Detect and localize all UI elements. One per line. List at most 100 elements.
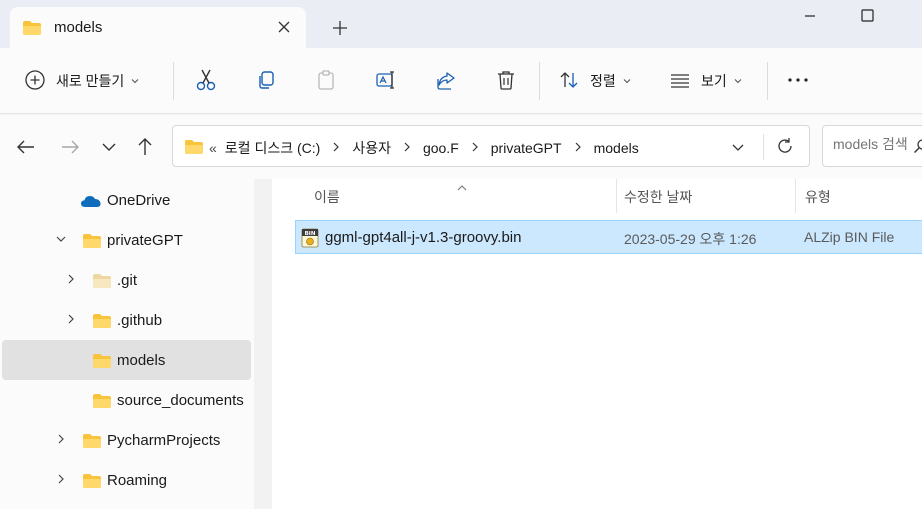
folder-icon bbox=[92, 353, 112, 372]
command-bar: 새로 만들기 정렬 보기 bbox=[0, 48, 922, 114]
sidebar-item-label: source_documents bbox=[117, 392, 244, 409]
sidebar-item-pycharmprojects[interactable]: PycharmProjects bbox=[2, 420, 251, 460]
minimize-icon[interactable] bbox=[795, 6, 825, 26]
search-icon[interactable] bbox=[913, 138, 922, 157]
breadcrumb-overflow[interactable]: « bbox=[209, 140, 217, 156]
file-name: ggml-gpt4all-j-v1.3-groovy.bin bbox=[325, 229, 522, 246]
breadcrumb-item[interactable]: 사용자 bbox=[352, 138, 391, 158]
search-box[interactable] bbox=[822, 125, 922, 167]
more-dots-icon bbox=[786, 69, 810, 94]
cut-button[interactable] bbox=[195, 66, 217, 96]
sidebar-item-label: OneDrive bbox=[107, 192, 171, 209]
folder-icon bbox=[22, 20, 42, 39]
column-divider[interactable] bbox=[616, 179, 617, 213]
clipboard-icon bbox=[315, 69, 337, 94]
chevron-right-icon[interactable] bbox=[64, 312, 78, 329]
copy-button[interactable] bbox=[255, 66, 277, 96]
rename-icon bbox=[375, 69, 397, 94]
sort-button[interactable]: 정렬 bbox=[558, 66, 632, 96]
sort-ascending-icon bbox=[456, 179, 468, 195]
toolbar-divider bbox=[173, 62, 174, 100]
refresh-icon[interactable] bbox=[775, 136, 795, 159]
tab-models[interactable]: models bbox=[10, 7, 306, 48]
sidebar-item-label: PycharmProjects bbox=[107, 432, 221, 449]
scissors-icon bbox=[195, 68, 217, 95]
delete-button[interactable] bbox=[495, 66, 517, 96]
column-header-type[interactable]: 유형 bbox=[805, 187, 831, 207]
copy-icon bbox=[255, 69, 277, 94]
sidebar-item-git[interactable]: .git bbox=[2, 260, 251, 300]
file-list: 이름 수정한 날짜 유형 BIN ggml-gpt4all-j-v1.3-gro… bbox=[272, 179, 922, 509]
share-icon bbox=[435, 69, 457, 94]
chevron-right-icon[interactable] bbox=[64, 272, 78, 289]
more-options-button[interactable] bbox=[786, 66, 810, 96]
column-header-date[interactable]: 수정한 날짜 bbox=[624, 187, 692, 207]
sidebar-item-source-documents[interactable]: source_documents bbox=[2, 380, 251, 420]
folder-icon bbox=[184, 139, 204, 158]
chevron-right-icon[interactable] bbox=[403, 140, 411, 156]
onedrive-cloud-icon bbox=[80, 194, 102, 211]
folder-icon bbox=[82, 233, 102, 252]
new-button[interactable]: 새로 만들기 bbox=[24, 66, 140, 96]
sidebar-scrollbar[interactable] bbox=[254, 179, 272, 509]
back-arrow-icon[interactable] bbox=[14, 135, 38, 159]
chevron-down-icon[interactable] bbox=[54, 232, 68, 249]
folder-icon bbox=[92, 313, 112, 332]
paste-button[interactable] bbox=[315, 66, 337, 96]
recent-locations-chevron-icon[interactable] bbox=[97, 135, 121, 159]
sidebar-item-label: .github bbox=[117, 312, 163, 329]
toolbar-divider bbox=[767, 62, 768, 100]
view-button[interactable]: 보기 bbox=[669, 66, 743, 96]
chevron-down-icon bbox=[130, 73, 140, 89]
breadcrumb-item[interactable]: 로컬 디스크 (C:) bbox=[225, 138, 321, 158]
share-button[interactable] bbox=[435, 66, 457, 96]
toolbar-divider bbox=[539, 62, 540, 100]
address-history-chevron-icon[interactable] bbox=[729, 138, 747, 159]
chevron-down-icon bbox=[622, 73, 632, 89]
folder-light-icon bbox=[92, 273, 112, 292]
chevron-down-icon bbox=[733, 73, 743, 89]
file-row[interactable]: BIN ggml-gpt4all-j-v1.3-groovy.bin 2023-… bbox=[295, 220, 922, 254]
sidebar-item-models[interactable]: models bbox=[2, 340, 251, 380]
chevron-right-icon[interactable] bbox=[54, 432, 68, 449]
column-divider[interactable] bbox=[795, 179, 796, 213]
column-header-name[interactable]: 이름 bbox=[314, 187, 340, 207]
sort-arrows-icon bbox=[558, 69, 580, 94]
tab-title: models bbox=[54, 19, 103, 36]
file-type: ALZip BIN File bbox=[804, 229, 895, 245]
chevron-right-icon[interactable] bbox=[54, 472, 68, 489]
folder-icon bbox=[82, 433, 102, 452]
breadcrumb-item[interactable]: goo.F bbox=[423, 140, 459, 156]
close-tab-icon[interactable] bbox=[272, 15, 296, 39]
chevron-right-icon[interactable] bbox=[471, 140, 479, 156]
plus-circle-icon bbox=[24, 69, 46, 94]
chevron-right-icon[interactable] bbox=[332, 140, 340, 156]
forward-arrow-icon[interactable] bbox=[58, 135, 82, 159]
title-bar: models bbox=[0, 0, 922, 48]
search-input[interactable] bbox=[833, 136, 913, 152]
address-bar[interactable]: « 로컬 디스크 (C:) 사용자 goo.F privateGPT model… bbox=[172, 125, 810, 167]
maximize-icon[interactable] bbox=[852, 6, 882, 26]
chevron-right-icon[interactable] bbox=[574, 140, 582, 156]
up-arrow-icon[interactable] bbox=[133, 135, 157, 159]
sidebar-item-roaming[interactable]: Roaming bbox=[2, 460, 251, 500]
sidebar-item-github[interactable]: .github bbox=[2, 300, 251, 340]
breadcrumb-item[interactable]: models bbox=[594, 140, 639, 156]
view-button-label: 보기 bbox=[701, 73, 727, 89]
sidebar-item-privategpt[interactable]: privateGPT bbox=[2, 220, 251, 260]
breadcrumb-item[interactable]: privateGPT bbox=[491, 140, 562, 156]
trash-icon bbox=[495, 69, 517, 94]
sidebar-item-label: privateGPT bbox=[107, 232, 183, 249]
folder-icon bbox=[92, 393, 112, 412]
navigation-pane: OneDrive privateGPT .git .github models … bbox=[0, 179, 272, 509]
file-date: 2023-05-29 오후 1:26 bbox=[624, 231, 757, 247]
bin-badge-text: BIN bbox=[305, 231, 316, 237]
sidebar-item-label: Roaming bbox=[107, 472, 168, 489]
list-view-icon bbox=[669, 69, 691, 94]
sidebar-item-label: models bbox=[117, 352, 166, 369]
add-tab-icon[interactable] bbox=[328, 16, 352, 40]
sidebar-item-onedrive[interactable]: OneDrive bbox=[2, 180, 251, 220]
sort-button-label: 정렬 bbox=[590, 73, 616, 89]
breadcrumb: « 로컬 디스크 (C:) 사용자 goo.F privateGPT model… bbox=[209, 138, 639, 158]
rename-button[interactable] bbox=[375, 66, 397, 96]
